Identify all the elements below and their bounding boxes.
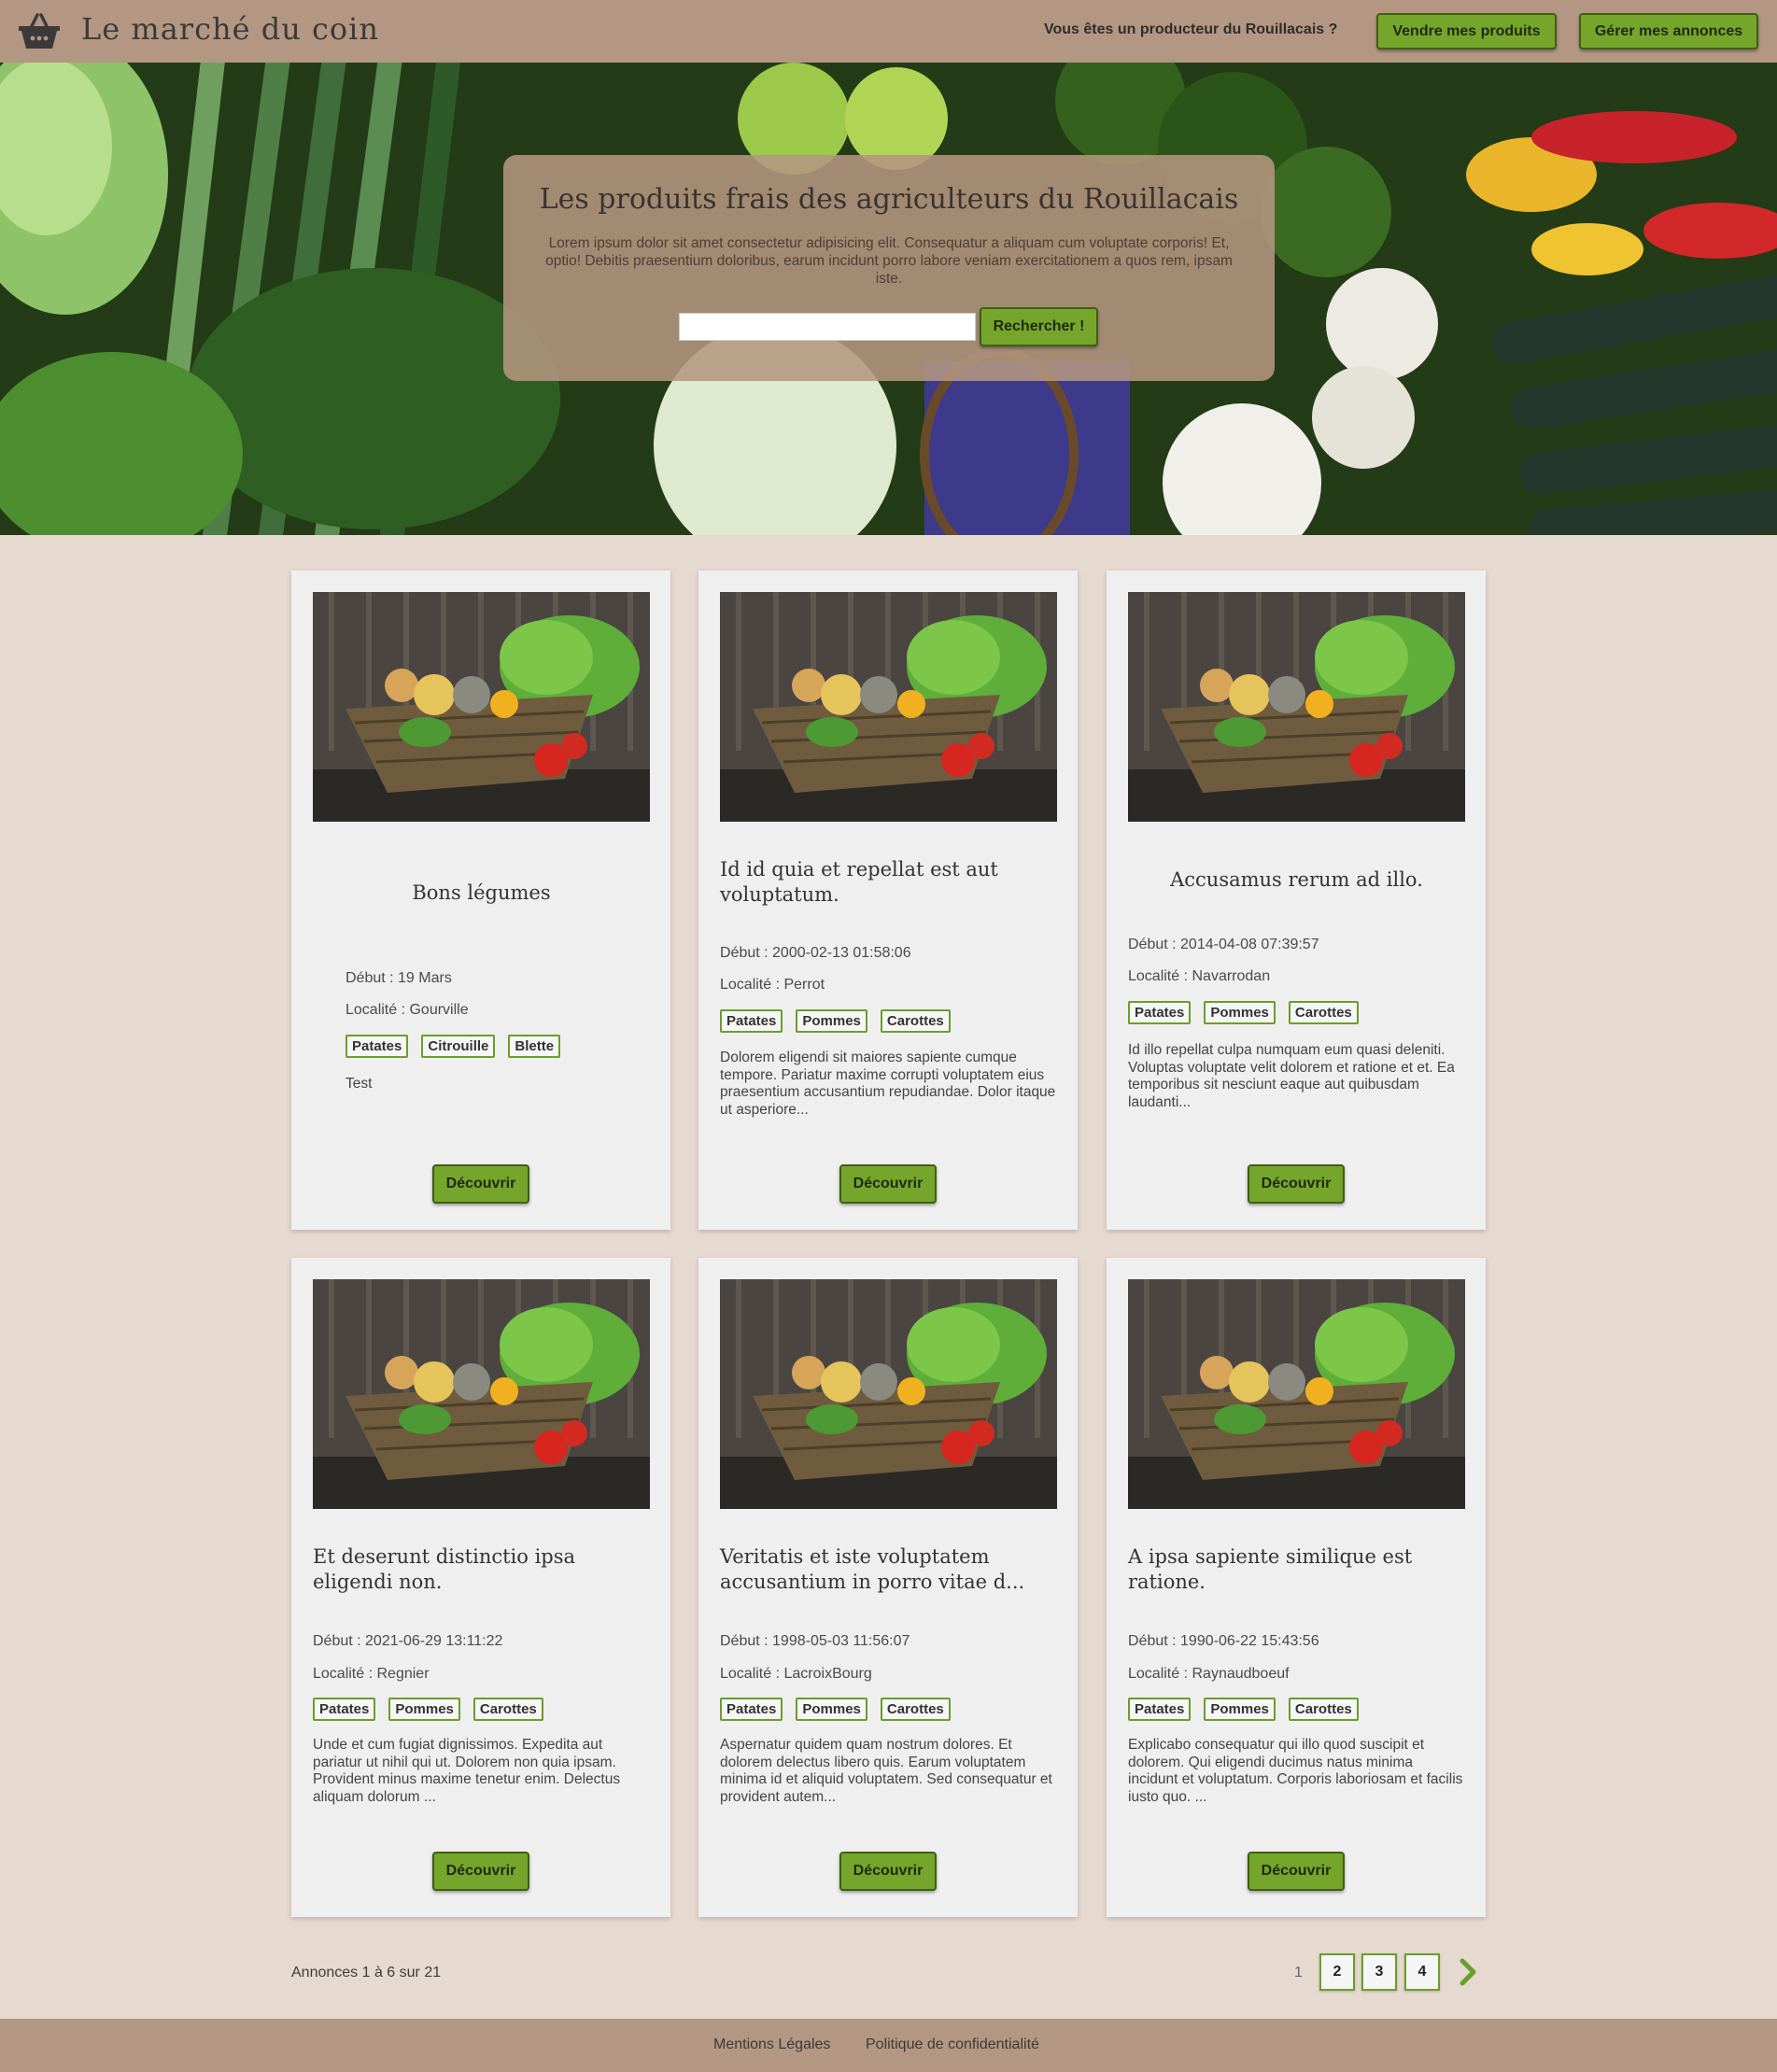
listing-locality: Localité : Gourville — [346, 1002, 469, 1018]
hero-description: Lorem ipsum dolor sit amet consectetur a… — [545, 235, 1233, 287]
discover-button[interactable]: Découvrir — [1248, 1852, 1345, 1891]
sell-products-button[interactable]: Vendre mes produits — [1376, 13, 1557, 49]
product-tag: Blette — [508, 1035, 561, 1058]
listing-card: Et deserunt distinctio ipsa eligendi non… — [291, 1258, 670, 1917]
product-tag: Patates — [720, 1009, 783, 1033]
product-tag: Patates — [346, 1035, 409, 1058]
listing-locality: Localité : Perrot — [720, 977, 825, 993]
listing-card: Accusamus rerum ad illo. Début : 2014-04… — [1107, 571, 1486, 1230]
listing-locality: Localité : LacroixBourg — [720, 1666, 872, 1682]
discover-button[interactable]: Découvrir — [432, 1852, 529, 1891]
listing-description: Aspernatur quidem quam nostrum dolores. … — [720, 1737, 1052, 1805]
listing-tags: Patates Pommes Carottes — [720, 1698, 951, 1721]
listing-start-date: Début : 19 Mars — [346, 970, 452, 986]
producer-question: Vous êtes un producteur du Rouillacais ? — [1044, 21, 1338, 37]
page-button-2[interactable]: 2 — [1319, 1953, 1355, 1991]
listing-start-date: Début : 1998-05-03 11:56:07 — [720, 1633, 910, 1649]
listing-description: Unde et cum fugiat dignissimos. Expedita… — [313, 1737, 621, 1805]
product-tag: Pommes — [388, 1698, 460, 1721]
product-tag: Carottes — [472, 1698, 543, 1721]
product-tag: Citrouille — [421, 1035, 496, 1058]
product-tag: Patates — [313, 1698, 376, 1721]
listing-description: Test — [346, 1076, 373, 1092]
product-tag: Pommes — [796, 1009, 867, 1033]
discover-button[interactable]: Découvrir — [432, 1164, 529, 1204]
page-button-3[interactable]: 3 — [1361, 1953, 1397, 1991]
chevron-right-icon[interactable] — [1455, 1956, 1481, 1988]
basket-icon[interactable] — [17, 11, 62, 50]
listing-title[interactable]: Accusamus rerum ad illo. — [1128, 867, 1465, 893]
listing-tags: Patates Pommes Carottes — [313, 1698, 543, 1721]
discover-button[interactable]: Découvrir — [839, 1852, 937, 1891]
discover-button[interactable]: Découvrir — [839, 1164, 937, 1204]
product-tag: Patates — [1128, 1001, 1192, 1024]
listing-card: Veritatis et iste voluptatem accusantium… — [698, 1258, 1078, 1917]
hero-title: Les produits frais des agriculteurs du R… — [539, 183, 1239, 216]
listing-start-date: Début : 2014-04-08 07:39:57 — [1128, 937, 1319, 952]
site-footer: Mentions Légales Politique de confidenti… — [0, 2019, 1777, 2072]
vegetable-basket-image — [313, 1279, 650, 1509]
listing-title[interactable]: Veritatis et iste voluptatem accusantium… — [720, 1544, 1057, 1595]
listing-locality: Localité : Navarrodan — [1128, 968, 1271, 984]
listing-title[interactable]: Id id quia et repellat est aut voluptatu… — [720, 857, 1057, 908]
hero-search-panel: Les produits frais des agriculteurs du R… — [503, 155, 1275, 381]
site-title[interactable]: Le marché du coin — [81, 11, 379, 47]
vegetable-basket-image — [1128, 592, 1465, 822]
listing-title[interactable]: Bons légumes — [313, 881, 650, 906]
listing-tags: Patates Citrouille Blette — [346, 1035, 561, 1058]
listing-start-date: Début : 2000-02-13 01:58:06 — [720, 945, 911, 961]
legal-notice-link[interactable]: Mentions Légales — [713, 2037, 830, 2053]
product-tag: Carottes — [880, 1698, 951, 1721]
search-button[interactable]: Rechercher ! — [980, 307, 1098, 346]
listing-card: A ipsa sapiente similique est ratione. D… — [1107, 1258, 1486, 1917]
product-tag: Carottes — [1288, 1698, 1359, 1721]
page-button-4[interactable]: 4 — [1404, 1953, 1440, 1991]
listing-description: Dolorem eligendi sit maiores sapiente cu… — [720, 1050, 1056, 1118]
listing-tags: Patates Pommes Carottes — [1128, 1001, 1359, 1024]
listing-description: Id illo repellat culpa numquam eum quasi… — [1128, 1042, 1455, 1110]
vegetable-basket-image — [1128, 1279, 1465, 1509]
site-header: Le marché du coin Vous êtes un producteu… — [0, 0, 1777, 63]
vegetable-basket-image — [313, 592, 650, 822]
product-tag: Patates — [1128, 1698, 1192, 1721]
listing-title[interactable]: Et deserunt distinctio ipsa eligendi non… — [313, 1544, 650, 1595]
page-current: 1 — [1294, 1965, 1303, 1980]
vegetable-basket-image — [720, 592, 1057, 822]
listing-title[interactable]: A ipsa sapiente similique est ratione. — [1128, 1544, 1465, 1595]
listing-start-date: Début : 1990-06-22 15:43:56 — [1128, 1633, 1319, 1649]
product-tag: Pommes — [796, 1698, 867, 1721]
hero-banner: Les produits frais des agriculteurs du R… — [0, 63, 1777, 535]
vegetable-basket-image — [720, 1279, 1057, 1509]
privacy-policy-link[interactable]: Politique de confidentialité — [866, 2037, 1039, 2053]
listing-locality: Localité : Raynaudboeuf — [1128, 1666, 1290, 1682]
discover-button[interactable]: Découvrir — [1248, 1164, 1345, 1204]
listing-card: Id id quia et repellat est aut voluptatu… — [698, 571, 1078, 1230]
listing-locality: Localité : Regnier — [313, 1666, 430, 1682]
listing-tags: Patates Pommes Carottes — [1128, 1698, 1359, 1721]
search-input[interactable] — [679, 313, 976, 341]
product-tag: Carottes — [880, 1009, 951, 1033]
listing-start-date: Début : 2021-06-29 13:11:22 — [313, 1633, 503, 1649]
listing-description: Explicabo consequatur qui illo quod susc… — [1128, 1737, 1463, 1805]
product-tag: Pommes — [1204, 1001, 1276, 1024]
product-tag: Carottes — [1288, 1001, 1359, 1024]
manage-listings-button[interactable]: Gérer mes annonces — [1579, 13, 1758, 49]
product-tag: Patates — [720, 1698, 783, 1721]
listing-card: Bons légumes Début : 19 Mars Localité : … — [291, 571, 670, 1230]
listing-tags: Patates Pommes Carottes — [720, 1009, 951, 1033]
product-tag: Pommes — [1204, 1698, 1276, 1721]
results-count: Annonces 1 à 6 sur 21 — [291, 1965, 442, 1980]
